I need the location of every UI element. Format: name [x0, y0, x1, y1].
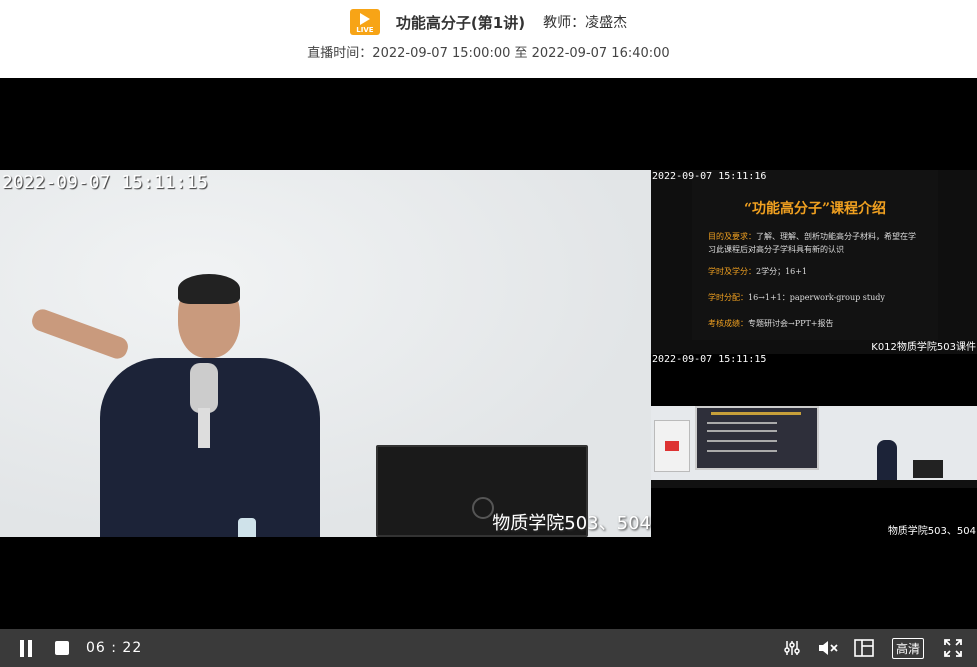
slide-line1-key: 目的及要求： [708, 232, 756, 241]
lecturer-figure [29, 274, 320, 537]
teacher-name: 教师：凌盛杰 [543, 15, 628, 31]
slide-image [692, 170, 938, 340]
fullscreen-icon[interactable] [942, 629, 964, 667]
slide-camera-view[interactable]: 2022-09-07 15:11:16 “功能高分子”课程介绍 目的及要求：了解… [651, 170, 977, 354]
title-row: LIVE 功能高分子(第1讲) 教师：凌盛杰 [0, 8, 977, 36]
room-camera-timestamp: 2022-09-07 15:11:15 [652, 354, 767, 365]
microphone-icon [190, 363, 218, 413]
slide-line1-text: 了解、理解、剖析功能高分子材料，希望在学 [756, 232, 916, 241]
live-icon: LIVE [349, 9, 380, 35]
classroom-image [651, 406, 977, 488]
pause-icon[interactable] [18, 629, 34, 667]
slide-camera-timestamp: 2022-09-07 15:11:16 [652, 171, 767, 182]
quality-button[interactable]: 高清 [890, 629, 926, 667]
equalizer-icon[interactable] [782, 629, 802, 667]
layout-icon[interactable] [853, 629, 875, 667]
slide-line4-key: 学时分配： [708, 293, 748, 302]
broadcast-time: 直播时间：2022-09-07 15:00:00 至 2022-09-07 16… [307, 46, 670, 61]
slide-line5-text: 专题研讨会→PPT+报告 [748, 319, 834, 328]
mute-icon[interactable] [817, 629, 839, 667]
slide-room-label: K012物质学院503课件 [871, 342, 976, 353]
main-camera-location: 物质学院503、504 [492, 513, 651, 534]
quality-label: 高清 [891, 637, 924, 659]
slide-line2-text: 习此课程后对高分子学科具有新的认识 [708, 245, 844, 254]
slide-line3-text: 2学分；16+1 [756, 267, 808, 276]
live-badge-label: LIVE [356, 26, 374, 34]
slide-line5-key: 考核成绩： [708, 319, 748, 328]
slide-title: “功能高分子”课程介绍 [743, 201, 887, 217]
room-camera-location: 物质学院503、504 [887, 526, 976, 537]
room-camera-view[interactable]: 2022-09-07 15:11:15 物质学院503、504 [651, 354, 977, 537]
main-camera-timestamp: 2022-09-07 15:11:15 [2, 172, 208, 193]
stop-icon[interactable] [54, 629, 70, 667]
slide-line3-key: 学时及学分： [708, 267, 756, 276]
slide-line4-text: 16→1+1：paperwork-group study [748, 293, 885, 302]
main-camera-view[interactable]: 2022-09-07 15:11:15 物质学院503、504 [0, 170, 651, 537]
page-header: LIVE 功能高分子(第1讲) 教师：凌盛杰 直播时间：2022-09-07 1… [0, 0, 977, 78]
course-title: 功能高分子(第1讲) [395, 13, 526, 32]
elapsed-time: 06 : 22 [86, 640, 143, 656]
player-control-bar: 06 : 22 高清 [0, 629, 977, 667]
